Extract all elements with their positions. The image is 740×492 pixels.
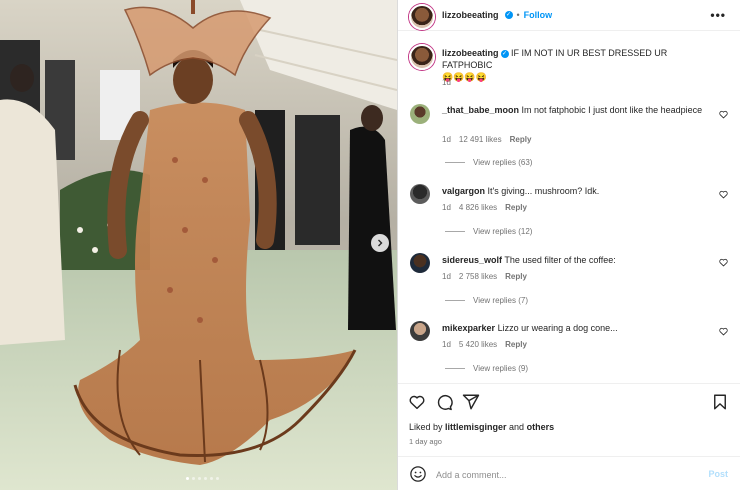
post-image[interactable] (0, 0, 397, 490)
comment-avatar[interactable] (410, 104, 430, 124)
post-timestamp[interactable]: 1 day ago (409, 437, 442, 446)
post-header: lizzobeeating ✓ • Follow ••• (398, 0, 740, 31)
comment-time: 1d (442, 135, 451, 144)
verified-icon: ✓ (500, 49, 509, 58)
comment: _that_babe_moon Im not fatphobic I just … (442, 104, 712, 116)
comment-meta: 1d 12 491 likes Reply (442, 135, 531, 144)
photo-illustration (0, 0, 397, 490)
comment-meta: 1d 5 420 likes Reply (442, 340, 527, 349)
more-options-icon[interactable]: ••• (710, 8, 726, 22)
comment: valgargon It's giving... mushroom? Idk. (442, 185, 712, 197)
comment-text: Im not fatphobic I just dont like the he… (521, 105, 703, 115)
caption-username[interactable]: lizzobeeating (442, 48, 499, 58)
caption-meta: 1d (442, 78, 451, 87)
liked-by-others[interactable]: others (527, 422, 555, 432)
heart-icon[interactable] (408, 393, 426, 411)
comment-meta: 1d 4 826 likes Reply (442, 203, 527, 212)
heart-icon[interactable] (719, 327, 728, 336)
divider-line (445, 162, 465, 163)
caption-avatar[interactable] (409, 44, 435, 70)
carousel-dot (216, 477, 219, 480)
post-comment-button[interactable]: Post (708, 469, 728, 479)
comment-avatar[interactable] (410, 253, 430, 273)
reply-button[interactable]: Reply (505, 340, 527, 349)
comment-username[interactable]: sidereus_wolf (442, 255, 502, 265)
view-replies-label: View replies (7) (473, 296, 528, 305)
comments-list[interactable]: lizzobeeating ✓ IF IM NOT IN UR BEST DRES… (398, 32, 740, 382)
post-actions: Liked by littlemisginger and others 1 da… (398, 383, 740, 491)
comment-text: The used filter of the coffee: (504, 255, 616, 265)
divider-line (445, 368, 465, 369)
comment-time: 1d (442, 272, 451, 281)
view-replies-label: View replies (63) (473, 158, 533, 167)
emoji-icon[interactable] (409, 465, 427, 483)
comment-text: It's giving... mushroom? Idk. (487, 186, 600, 196)
author-avatar[interactable] (409, 4, 435, 30)
view-replies-button[interactable]: View replies (7) (445, 296, 528, 305)
comment-avatar[interactable] (410, 184, 430, 204)
carousel-indicator (186, 477, 219, 480)
heart-icon[interactable] (719, 258, 728, 267)
view-replies-button[interactable]: View replies (12) (445, 227, 532, 236)
author-username[interactable]: lizzobeeating (442, 10, 499, 20)
carousel-dot (186, 477, 189, 480)
comment-input[interactable] (434, 466, 668, 484)
heart-icon[interactable] (719, 190, 728, 199)
comment-time: 1d (442, 340, 451, 349)
carousel-dot (210, 477, 213, 480)
comment-time: 1d (442, 203, 451, 212)
comment-likes[interactable]: 5 420 likes (459, 340, 497, 349)
carousel-next-button[interactable] (371, 234, 389, 252)
comment: mikexparker Lizzo ur wearing a dog cone.… (442, 322, 712, 334)
comment-avatar[interactable] (410, 321, 430, 341)
view-replies-label: View replies (9) (473, 364, 528, 373)
verified-icon: ✓ (504, 11, 513, 19)
divider-line (445, 231, 465, 232)
follow-button[interactable]: Follow (524, 10, 553, 20)
view-replies-label: View replies (12) (473, 227, 533, 236)
heart-icon[interactable] (719, 110, 728, 119)
liked-by-user[interactable]: littlemisginger (445, 422, 507, 432)
view-replies-button[interactable]: View replies (63) (445, 158, 532, 167)
caption-time: 1d (442, 78, 451, 87)
instagram-post-view: lizzobeeating ✓ • Follow ••• lizzobeeati… (0, 0, 740, 490)
comment-username[interactable]: mikexparker (442, 323, 495, 333)
likes-summary: Liked by littlemisginger and others (409, 422, 554, 432)
caption: lizzobeeating ✓ IF IM NOT IN UR BEST DRES… (442, 47, 712, 83)
reply-button[interactable]: Reply (505, 203, 527, 212)
comment-username[interactable]: valgargon (442, 186, 485, 196)
likes-middle: and (506, 422, 527, 432)
comment-likes[interactable]: 2 758 likes (459, 272, 497, 281)
carousel-dot (204, 477, 207, 480)
bookmark-icon[interactable] (711, 393, 729, 411)
separator-dot: • (516, 10, 520, 20)
comment-composer: Post (398, 456, 740, 492)
divider-line (445, 300, 465, 301)
carousel-dot (198, 477, 201, 480)
comment-meta: 1d 2 758 likes Reply (442, 272, 527, 281)
likes-prefix: Liked by (409, 422, 446, 432)
comment-likes[interactable]: 12 491 likes (459, 135, 502, 144)
reply-button[interactable]: Reply (505, 272, 527, 281)
post-sidebar: lizzobeeating ✓ • Follow ••• lizzobeeati… (397, 0, 740, 490)
share-icon[interactable] (462, 393, 480, 411)
comment: sidereus_wolf The used filter of the cof… (442, 254, 712, 266)
comment-username[interactable]: _that_babe_moon (442, 105, 519, 115)
reply-button[interactable]: Reply (510, 135, 532, 144)
comment-icon[interactable] (435, 393, 453, 411)
carousel-dot (192, 477, 195, 480)
view-replies-button[interactable]: View replies (9) (445, 364, 528, 373)
chevron-right-icon (378, 239, 383, 247)
comment-text: Lizzo ur wearing a dog cone... (497, 323, 618, 333)
comment-likes[interactable]: 4 826 likes (459, 203, 497, 212)
